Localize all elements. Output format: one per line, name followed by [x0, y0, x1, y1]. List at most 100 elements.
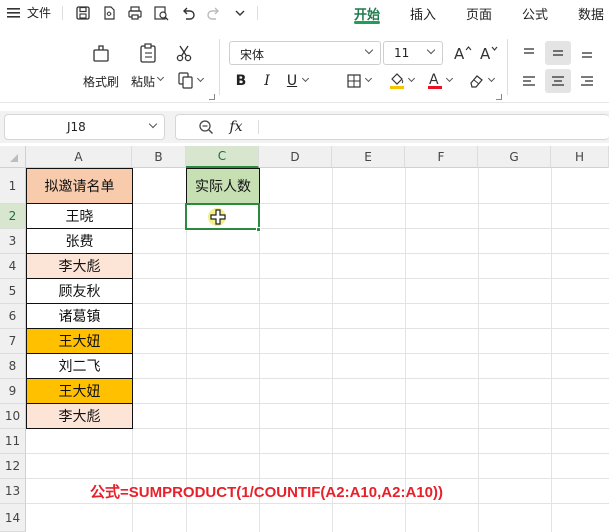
- menu-bar: 文件 开始 插入 页面 公式 数据: [0, 0, 609, 25]
- insert-function-icon[interactable]: fx: [226, 117, 246, 137]
- save-icon[interactable]: [75, 4, 91, 21]
- row-header-11[interactable]: 11: [0, 429, 26, 454]
- row-header-7[interactable]: 7: [0, 329, 26, 354]
- italic-icon[interactable]: I: [258, 71, 276, 91]
- print-icon[interactable]: [127, 4, 143, 21]
- print-preview-icon[interactable]: [153, 4, 169, 21]
- clear-format-icon[interactable]: [466, 71, 486, 91]
- row-header-13[interactable]: 13: [0, 479, 26, 504]
- column-header-a[interactable]: A: [26, 146, 132, 168]
- cell-a10[interactable]: 李大彪: [26, 404, 133, 429]
- export-pdf-icon[interactable]: [101, 4, 117, 21]
- format-painter-icon[interactable]: [89, 41, 113, 65]
- hamburger-menu-icon[interactable]: [6, 4, 22, 21]
- fill-handle[interactable]: [256, 227, 261, 232]
- cell-a4[interactable]: 李大彪: [26, 254, 133, 279]
- row-header-14[interactable]: 14: [0, 504, 26, 532]
- underline-icon[interactable]: U: [283, 71, 301, 91]
- name-box[interactable]: J18: [4, 114, 165, 140]
- column-header-g[interactable]: G: [478, 146, 551, 168]
- increase-font-size-icon[interactable]: A: [451, 42, 473, 64]
- menu-divider: [62, 6, 63, 20]
- chevron-down-icon: [148, 119, 158, 129]
- row-header-8[interactable]: 8: [0, 354, 26, 379]
- formula-divider: [258, 120, 259, 134]
- active-cell-c2[interactable]: [185, 203, 260, 230]
- font-color-icon[interactable]: A: [425, 69, 445, 91]
- row-header-2[interactable]: 2: [0, 204, 26, 229]
- cut-icon[interactable]: [174, 43, 194, 63]
- undo-icon[interactable]: [180, 4, 196, 21]
- grid-line: [26, 453, 609, 454]
- svg-text:A: A: [454, 45, 465, 63]
- tab-page[interactable]: 页面: [466, 4, 492, 23]
- cell-a3[interactable]: 张费: [26, 229, 133, 254]
- align-middle-icon[interactable]: [545, 41, 571, 65]
- row-header-9[interactable]: 9: [0, 379, 26, 404]
- cell-a5[interactable]: 顾友秋: [26, 279, 133, 304]
- tab-insert[interactable]: 插入: [410, 4, 436, 23]
- ribbon-divider: [219, 39, 220, 95]
- align-right-icon[interactable]: [576, 70, 598, 92]
- format-painter-label[interactable]: 格式刷: [83, 73, 119, 90]
- row-header-10[interactable]: 10: [0, 404, 26, 429]
- column-header-b[interactable]: B: [132, 146, 186, 168]
- align-center-icon[interactable]: [545, 69, 571, 93]
- select-all-corner[interactable]: [0, 146, 26, 168]
- cell-a1-header[interactable]: 拟邀请名单: [26, 168, 133, 204]
- row-header-6[interactable]: 6: [0, 304, 26, 329]
- tab-formula[interactable]: 公式: [522, 4, 548, 23]
- formula-input[interactable]: fx: [175, 114, 609, 140]
- font-size-select[interactable]: 11: [383, 41, 443, 65]
- tab-data[interactable]: 数据: [578, 4, 604, 23]
- cell-a8[interactable]: 刘二飞: [26, 354, 133, 379]
- copy-dropdown-icon[interactable]: [196, 74, 205, 83]
- svg-text:A: A: [480, 45, 491, 63]
- row-header-3[interactable]: 3: [0, 229, 26, 254]
- fill-color-icon[interactable]: [387, 69, 407, 91]
- column-header-d[interactable]: D: [259, 146, 332, 168]
- borders-dropdown-icon[interactable]: [364, 74, 373, 83]
- copy-icon[interactable]: [176, 70, 196, 90]
- clear-format-dropdown-icon[interactable]: [487, 74, 496, 83]
- cell-a6[interactable]: 诸葛镇: [26, 304, 133, 329]
- bold-icon[interactable]: B: [232, 71, 250, 91]
- grid-line: [26, 503, 609, 504]
- column-header-h[interactable]: H: [551, 146, 609, 168]
- row-header-1[interactable]: 1: [0, 168, 26, 204]
- file-menu[interactable]: 文件: [27, 4, 51, 21]
- align-bottom-icon[interactable]: [576, 42, 598, 64]
- name-box-value: J18: [67, 120, 86, 134]
- font-name-select[interactable]: 宋体: [229, 41, 381, 65]
- formula-annotation: 公式=SUMPRODUCT(1/COUNTIF(A2:A10,A2:A10)): [90, 484, 443, 501]
- paste-dropdown-icon[interactable]: [156, 73, 165, 82]
- row-header-4[interactable]: 4: [0, 254, 26, 279]
- decrease-font-size-icon[interactable]: A: [477, 42, 499, 64]
- font-launcher-icon[interactable]: [496, 94, 502, 100]
- clipboard-launcher-icon[interactable]: [209, 94, 215, 100]
- grid-line: [26, 478, 609, 479]
- chevron-down-icon: [364, 45, 374, 55]
- cell-a9[interactable]: 王大妞: [26, 379, 133, 404]
- align-top-icon[interactable]: [518, 42, 540, 64]
- zoom-formula-icon[interactable]: [196, 118, 216, 136]
- font-size-value: 11: [394, 46, 410, 60]
- underline-dropdown-icon[interactable]: [301, 74, 310, 83]
- paste-icon[interactable]: [136, 41, 160, 65]
- font-color-dropdown-icon[interactable]: [445, 74, 454, 83]
- cell-a7[interactable]: 王大妞: [26, 329, 133, 354]
- column-header-f[interactable]: F: [405, 146, 478, 168]
- row-header-12[interactable]: 12: [0, 454, 26, 479]
- column-header-e[interactable]: E: [332, 146, 405, 168]
- align-left-icon[interactable]: [518, 70, 540, 92]
- quick-access-more-icon[interactable]: [233, 4, 247, 21]
- svg-text:A: A: [429, 72, 439, 88]
- fill-color-dropdown-icon[interactable]: [407, 74, 416, 83]
- borders-icon[interactable]: [344, 71, 364, 91]
- active-tab-indicator: [354, 21, 380, 24]
- paste-label[interactable]: 粘贴: [131, 73, 155, 90]
- cell-c1-header[interactable]: 实际人数: [186, 168, 260, 204]
- cell-a2[interactable]: 王晓: [26, 204, 133, 229]
- column-header-c[interactable]: C: [186, 146, 259, 168]
- row-header-5[interactable]: 5: [0, 279, 26, 304]
